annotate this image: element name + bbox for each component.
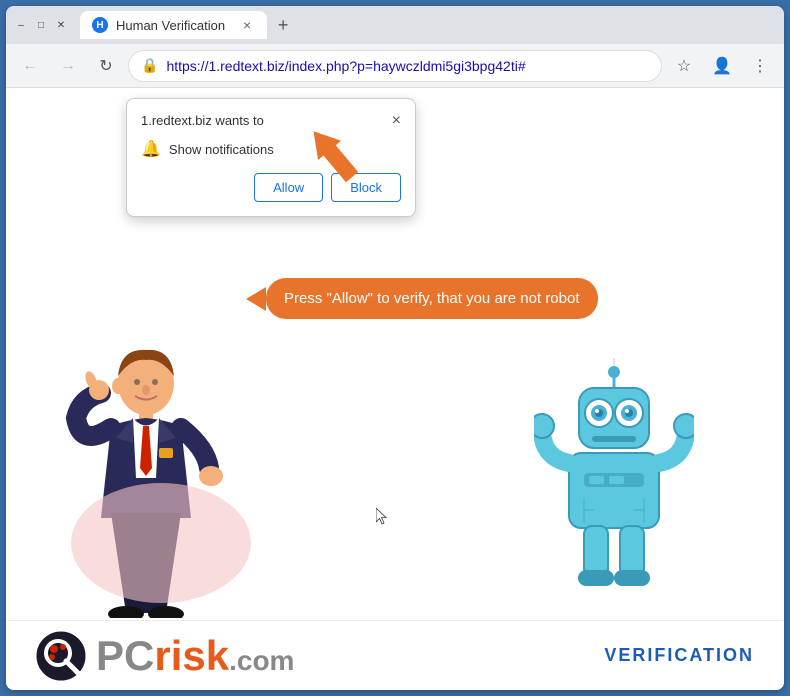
active-tab[interactable]: H Human Verification × bbox=[80, 11, 267, 39]
notification-text: Show notifications bbox=[169, 142, 274, 157]
new-tab-button[interactable]: + bbox=[269, 11, 297, 39]
refresh-button[interactable]: ↻ bbox=[90, 50, 122, 82]
verification-label: VERIFICATION bbox=[604, 645, 754, 666]
menu-button[interactable]: ⋮ bbox=[744, 50, 776, 82]
orange-arrow-icon bbox=[296, 118, 376, 198]
account-button[interactable]: 👤 bbox=[706, 50, 738, 82]
tabs-area: H Human Verification × + bbox=[80, 11, 776, 39]
bookmark-button[interactable]: ☆ bbox=[668, 50, 700, 82]
url-text: https://1.redtext.biz/index.php?p=haywcz… bbox=[166, 58, 649, 74]
page-footer: PCrisk.com VERIFICATION bbox=[6, 620, 784, 690]
browser-window: – □ ✕ H Human Verification × + ← → ↻ 🔒 h… bbox=[6, 6, 784, 690]
tab-favicon: H bbox=[92, 17, 108, 33]
speech-bubble: Press "Allow" to verify, that you are no… bbox=[266, 278, 598, 319]
popup-close-button[interactable]: × bbox=[392, 113, 401, 129]
pcrisk-logo-icon bbox=[36, 631, 86, 681]
back-button[interactable]: ← bbox=[14, 50, 46, 82]
tab-title: Human Verification bbox=[116, 18, 225, 33]
logo-area: PCrisk.com bbox=[36, 631, 294, 681]
cursor-icon bbox=[376, 508, 388, 526]
bell-icon: 🔔 bbox=[141, 139, 161, 159]
tab-close-button[interactable]: × bbox=[239, 17, 255, 33]
url-bar[interactable]: 🔒 https://1.redtext.biz/index.php?p=hayw… bbox=[128, 50, 662, 82]
minimize-button[interactable]: – bbox=[14, 18, 28, 32]
speech-bubble-text: Press "Allow" to verify, that you are no… bbox=[284, 290, 580, 307]
robot-svg bbox=[534, 358, 694, 588]
person-bg-circle bbox=[71, 483, 251, 603]
person-figure bbox=[61, 338, 231, 623]
arrow-overlay bbox=[296, 118, 376, 203]
close-button[interactable]: ✕ bbox=[54, 18, 68, 32]
lock-icon: 🔒 bbox=[141, 57, 158, 74]
nav-bar: ← → ↻ 🔒 https://1.redtext.biz/index.php?… bbox=[6, 44, 784, 88]
forward-button[interactable]: → bbox=[52, 50, 84, 82]
robot-figure bbox=[534, 358, 694, 593]
maximize-button[interactable]: □ bbox=[34, 18, 48, 32]
window-controls: – □ ✕ bbox=[14, 18, 68, 32]
popup-title: 1.redtext.biz wants to bbox=[141, 113, 264, 128]
page-content: 1.redtext.biz wants to × 🔔 Show notifica… bbox=[6, 88, 784, 690]
title-bar: – □ ✕ H Human Verification × + bbox=[6, 6, 784, 44]
logo-text: PCrisk.com bbox=[96, 632, 294, 680]
